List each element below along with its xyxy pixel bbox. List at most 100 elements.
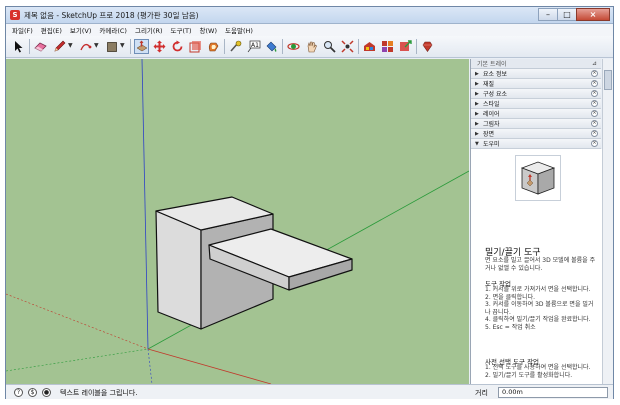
tray-title: 기본 트레이 [477, 61, 507, 68]
arc-icon[interactable] [78, 39, 93, 54]
panel-label: 스타일 [483, 101, 500, 108]
close-icon[interactable]: × [591, 80, 598, 87]
close-icon[interactable]: × [591, 140, 598, 147]
title-bar[interactable]: S 제목 없음 - SketchUp 프로 2018 (평가판 30일 남음) … [6, 7, 613, 24]
sketchup-window: S 제목 없음 - SketchUp 프로 2018 (평가판 30일 남음) … [5, 6, 614, 399]
pencil-dropdown-icon[interactable]: ▼ [68, 42, 74, 50]
offset-icon[interactable] [206, 39, 221, 54]
pan-icon[interactable] [304, 39, 319, 54]
measurements-input[interactable]: 0.00m [498, 387, 608, 398]
tool-preview-image [515, 155, 561, 201]
collapsed-arrow-icon: ▶ [475, 70, 479, 77]
collapsed-arrow-icon: ▶ [475, 80, 479, 87]
pushpull-icon[interactable] [134, 39, 149, 54]
close-icon[interactable]: × [591, 120, 598, 127]
panel-scenes[interactable]: ▶ 장면 × [471, 129, 601, 139]
close-icon[interactable]: × [591, 100, 598, 107]
geo-location-icon[interactable]: ? [14, 388, 23, 397]
close-icon[interactable]: × [591, 130, 598, 137]
credits-icon[interactable]: $ [28, 388, 37, 397]
scale-icon[interactable] [188, 39, 203, 54]
list-item: 5. Esc = 작업 취소 [485, 323, 536, 331]
menu-file[interactable]: 파일(F) [12, 25, 33, 35]
close-icon[interactable]: × [591, 110, 598, 117]
shape-dropdown-icon[interactable]: ▼ [120, 42, 126, 50]
default-tray: 기본 트레이 ⊿ ▶ 요소 정보 × ▶ 재질 × ▶ 구성 요소 × ▶ 스타… [470, 59, 602, 384]
panel-materials[interactable]: ▶ 재질 × [471, 79, 601, 89]
window-title: 제목 없음 - SketchUp 프로 2018 (평가판 30일 남음) [24, 11, 199, 20]
zoom-icon[interactable] [322, 39, 337, 54]
menu-bar: 파일(F) 편집(E) 보기(V) 카메라(C) 그리기(R) 도구(T) 창(… [6, 24, 613, 36]
panel-layers[interactable]: ▶ 레이어 × [471, 109, 601, 119]
instructor-description: 면 요소를 밀고 끌어서 3D 모델에 볼륨을 주거나 없앨 수 있습니다. [485, 257, 596, 272]
pushpull-preview-icon [520, 161, 556, 195]
pencil-icon[interactable] [52, 39, 67, 54]
toolbar-separator [416, 39, 417, 54]
close-icon[interactable]: × [591, 70, 598, 77]
list-item: 1. 커서를 위로 가져가서 면을 선택합니다. [485, 286, 591, 293]
panel-styles[interactable]: ▶ 스타일 × [471, 99, 601, 109]
axis-blue [141, 59, 149, 350]
eraser-icon[interactable] [33, 39, 48, 54]
panel-label: 레이어 [483, 111, 500, 118]
svg-text:A1: A1 [251, 42, 259, 49]
list-item: 4. 클릭하여 밀기/끌기 작업을 완료합니다. [485, 316, 591, 324]
model-canvas[interactable] [6, 59, 469, 384]
instruction-list: 1. 커서를 위로 가져가서 면을 선택합니다. 2. 면을 클릭합니다. 3.… [485, 286, 597, 332]
orbit-icon[interactable] [286, 39, 301, 54]
list-item: 2. 밀기/끌기 도구를 활성화합니다. [485, 371, 573, 379]
menu-window[interactable]: 창(W) [200, 25, 217, 35]
rotate-icon[interactable] [170, 39, 185, 54]
maximize-icon[interactable]: □ [557, 8, 577, 21]
tray-header[interactable]: 기본 트레이 ⊿ [471, 59, 601, 69]
window-controls: – □ × [538, 8, 610, 22]
paint-bucket-icon[interactable] [264, 39, 279, 54]
sketchup-logo-icon: S [10, 10, 20, 20]
tray-scrollbar[interactable] [602, 59, 613, 384]
warehouse-icon[interactable] [362, 39, 377, 54]
arc-dropdown-icon[interactable]: ▼ [94, 42, 100, 50]
minimize-icon[interactable]: – [538, 8, 558, 21]
panel-entity-info[interactable]: ▶ 요소 정보 × [471, 69, 601, 79]
measurements-label: 거리 [475, 389, 488, 397]
main-toolbar: ▼ ▼ ▼ A1 [6, 36, 613, 58]
axis-green-negative [6, 348, 149, 372]
menu-help[interactable]: 도움말(H) [225, 25, 253, 35]
menu-draw[interactable]: 그리기(R) [135, 25, 163, 35]
collapsed-arrow-icon: ▶ [475, 120, 479, 127]
user-icon[interactable]: ● [42, 388, 51, 397]
collapsed-arrow-icon: ▶ [475, 130, 479, 137]
select-arrow-icon[interactable] [11, 39, 26, 54]
ruby-icon[interactable] [420, 39, 435, 54]
panel-instructor[interactable]: ▼ 도우미 × [471, 139, 601, 149]
extension-icon[interactable] [380, 39, 395, 54]
panel-components[interactable]: ▶ 구성 요소 × [471, 89, 601, 99]
status-bar: ? $ ● 텍스트 레이블을 그립니다. 거리 0.00m [6, 384, 613, 399]
collapsed-arrow-icon: ▶ [475, 100, 479, 107]
menu-edit[interactable]: 편집(E) [41, 25, 62, 35]
panel-label: 재질 [483, 81, 495, 88]
menu-view[interactable]: 보기(V) [70, 25, 91, 35]
panel-label: 요소 정보 [483, 71, 507, 78]
zoom-extents-icon[interactable] [340, 39, 355, 54]
menu-tools[interactable]: 도구(T) [171, 25, 192, 35]
tape-measure-icon[interactable] [228, 39, 243, 54]
box-front-face [155, 210, 202, 330]
list-item: 3. 커서를 이동하여 3D 볼륨으로 면을 밀거나 끕니다. [485, 301, 594, 316]
instructor-content: 밀기/끌기 도구 면 요소를 밀고 끌어서 3D 모델에 볼륨을 주거나 없앨 … [471, 149, 602, 384]
shape-icon[interactable] [104, 39, 119, 54]
model-viewport[interactable] [6, 59, 469, 384]
close-icon[interactable]: × [591, 90, 598, 97]
share-icon[interactable] [398, 39, 413, 54]
axis-red [147, 348, 272, 384]
status-message: 텍스트 레이블을 그립니다. [60, 389, 138, 397]
pin-icon[interactable]: ⊿ [592, 60, 597, 67]
close-icon[interactable]: × [576, 8, 610, 21]
move-icon[interactable] [152, 39, 167, 54]
axis-blue-negative [147, 348, 153, 384]
text-icon[interactable]: A1 [246, 39, 261, 54]
scrollbar-thumb[interactable] [604, 70, 612, 90]
menu-camera[interactable]: 카메라(C) [99, 25, 127, 35]
panel-shadows[interactable]: ▶ 그림자 × [471, 119, 601, 129]
panel-label: 그림자 [483, 121, 500, 128]
